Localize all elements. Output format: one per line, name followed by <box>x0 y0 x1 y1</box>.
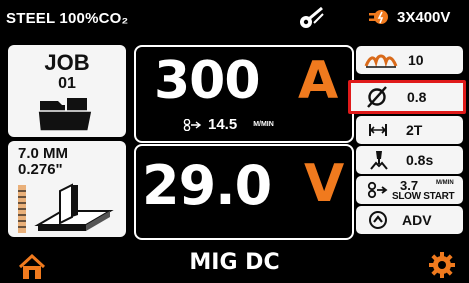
thickness-imperial: 0.276" <box>18 161 63 178</box>
inductance-icon <box>364 54 398 68</box>
job-number: 01 <box>58 75 76 92</box>
current-unit: A <box>298 51 339 111</box>
slow-start-label: SLOW START <box>392 191 455 202</box>
wire-speed-unit: M/MIN <box>253 121 274 128</box>
wire-speed-row: 14.5 M/MIN <box>182 116 274 133</box>
gear-icon[interactable] <box>428 251 456 279</box>
wire-feed-icon <box>183 118 202 131</box>
inductance-value: 10 <box>408 52 424 68</box>
adv-button[interactable]: ADV <box>356 206 463 234</box>
folder-icon <box>37 96 93 132</box>
voltage-unit: V <box>304 154 345 214</box>
voltage-value: 29.0 <box>142 154 272 217</box>
slow-start-icon <box>367 181 388 199</box>
burnback-icon <box>370 151 388 170</box>
adv-label: ADV <box>402 212 432 228</box>
wire-spool-icon <box>300 6 324 28</box>
current-value: 300 <box>154 51 261 111</box>
thickness-button[interactable]: 7.0 MM 0.276" <box>8 141 126 237</box>
material-gas-title: STEEL 100%CO₂ <box>6 10 129 27</box>
inductance-button[interactable]: 10 <box>356 46 463 74</box>
process-mode-label: MIG DC <box>189 250 280 275</box>
wire-speed-value: 14.5 <box>208 116 238 133</box>
wire-diameter-value: 0.8 <box>407 89 427 105</box>
power-supply: 3X400V <box>369 8 450 26</box>
t-joint-icon <box>18 183 114 233</box>
burnback-button[interactable]: 0.8s <box>356 146 463 174</box>
trigger-mode-button[interactable]: 2T <box>356 116 463 144</box>
arrow-circle-icon <box>369 211 387 229</box>
slow-start-button[interactable]: 3.7 M/MIN SLOW START <box>356 176 463 204</box>
plug-icon <box>369 10 388 24</box>
trigger-icon <box>369 124 387 136</box>
job-label: JOB <box>44 50 90 75</box>
burnback-value: 0.8s <box>406 152 434 168</box>
job-button[interactable]: JOB 01 <box>8 45 126 137</box>
slow-start-unit: M/MIN <box>436 180 454 186</box>
current-display[interactable]: 300 A 14.5 M/MIN <box>134 45 354 143</box>
diameter-icon <box>367 86 387 108</box>
voltage-display[interactable]: 29.0 V <box>134 144 354 240</box>
power-value: 3X400V <box>397 8 451 26</box>
wire-diameter-button[interactable]: 0.8 <box>348 80 466 114</box>
thickness-metric: 7.0 MM <box>18 145 69 162</box>
trigger-mode-value: 2T <box>406 122 423 138</box>
